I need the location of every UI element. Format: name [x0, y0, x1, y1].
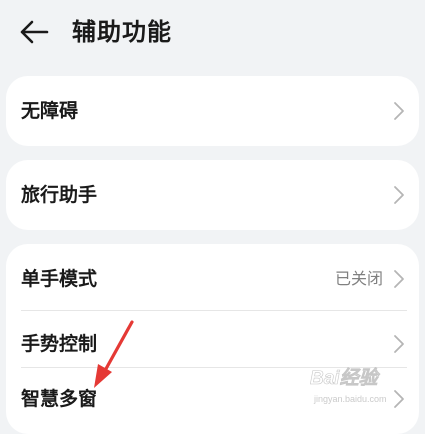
back-arrow-icon[interactable]: [18, 18, 50, 46]
status-text: 已关闭: [334, 269, 383, 288]
list-item-accessibility[interactable]: 无障碍: [6, 76, 419, 146]
settings-card-accessibility: 无障碍: [6, 76, 419, 146]
item-label: 旅行助手: [21, 184, 98, 206]
divider: [21, 367, 407, 368]
chevron-right-icon: [394, 390, 404, 408]
settings-card-travel: 旅行助手: [6, 160, 419, 230]
divider: [21, 310, 407, 311]
page-title: 辅助功能: [72, 18, 172, 46]
chevron-right-icon: [394, 270, 404, 288]
chevron-right-icon: [394, 186, 404, 204]
list-item-one-handed-mode[interactable]: 单手模式 已关闭: [6, 244, 419, 314]
list-item-travel-assistant[interactable]: 旅行助手: [6, 160, 419, 230]
chevron-right-icon: [394, 102, 404, 120]
item-label: 单手模式: [21, 268, 98, 290]
chevron-right-icon: [394, 335, 404, 353]
app-header: 辅助功能: [0, 0, 425, 66]
item-label: 智慧多窗: [21, 388, 98, 410]
item-label: 手势控制: [21, 333, 98, 355]
settings-card-controls: 单手模式 已关闭 手势控制 智慧多窗: [6, 244, 419, 434]
item-label: 无障碍: [21, 100, 79, 122]
list-item-gesture-control[interactable]: 手势控制: [6, 314, 419, 374]
list-item-smart-multi-window[interactable]: 智慧多窗: [6, 374, 419, 434]
